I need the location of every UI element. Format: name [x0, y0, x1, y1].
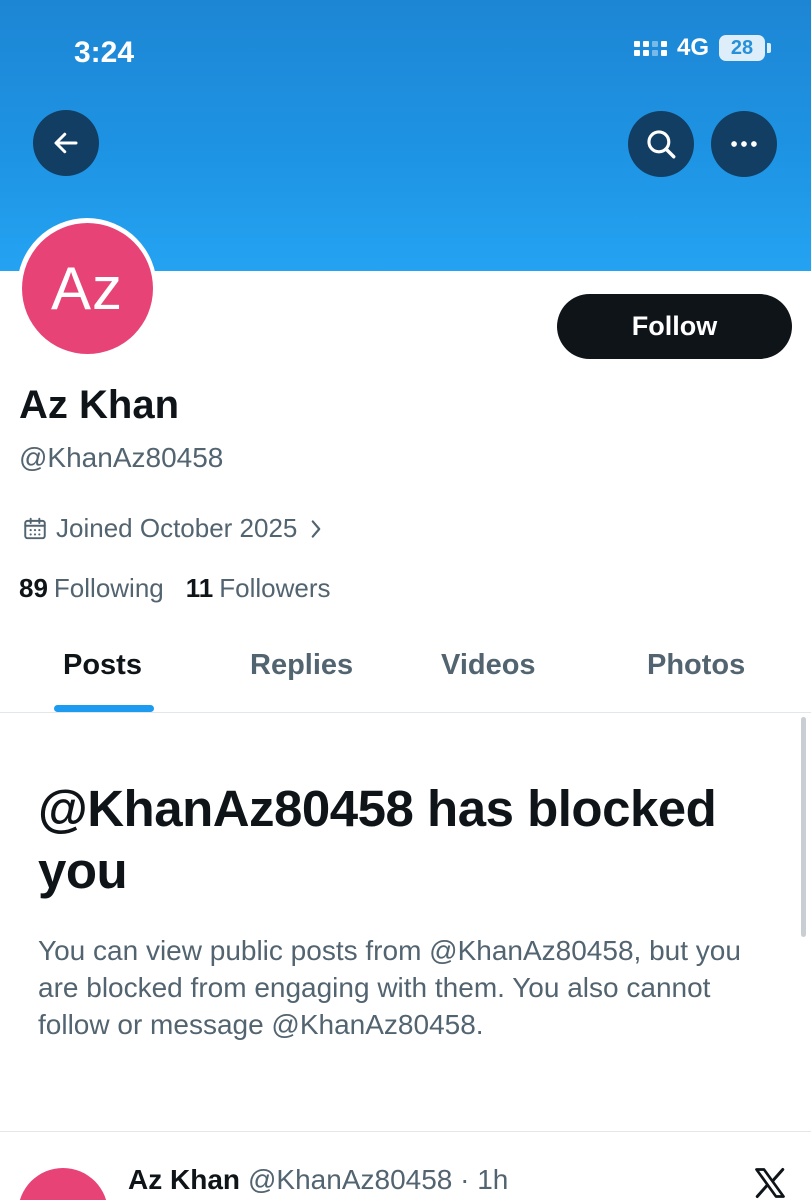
post-avatar[interactable]	[18, 1168, 108, 1200]
status-time: 3:24	[74, 36, 135, 69]
avatar-initials: Az	[21, 222, 153, 354]
joined-label: Joined October 2025	[56, 513, 298, 543]
profile-avatar[interactable]: Az	[17, 218, 157, 358]
arrow-left-icon	[54, 132, 78, 154]
post-author-handle: @KhanAz80458 · 1h	[248, 1164, 509, 1195]
scrollbar[interactable]	[801, 717, 806, 937]
tab-replies[interactable]: Replies	[250, 649, 353, 682]
tab-posts[interactable]: Posts	[63, 649, 142, 682]
followers-link[interactable]: 11 Followers	[186, 573, 331, 604]
tab-videos[interactable]: Videos	[441, 649, 536, 682]
profile-tabs: Posts Replies Videos Photos	[0, 625, 811, 713]
calendar-icon	[24, 517, 46, 539]
following-link[interactable]: 89 Following	[19, 573, 164, 604]
blocked-title: @KhanAz80458 has blocked you	[38, 780, 717, 899]
search-icon	[647, 130, 676, 159]
followers-label: Followers	[219, 573, 331, 603]
chevron-right-icon	[312, 519, 321, 538]
follow-button[interactable]: Follow	[557, 294, 792, 359]
post-header: Az Khan @KhanAz80458 · 1h	[128, 1164, 508, 1196]
post-source-badge	[752, 1165, 788, 1200]
follow-counts: 89 Following 11 Followers	[19, 573, 331, 604]
following-count: 89	[19, 573, 48, 603]
divider	[0, 1131, 811, 1132]
battery-level: 28	[719, 35, 765, 61]
tab-photos[interactable]: Photos	[647, 649, 745, 682]
more-button[interactable]	[711, 111, 777, 177]
post-author-name[interactable]: Az Khan	[128, 1164, 240, 1196]
followers-count: 11	[185, 573, 214, 603]
back-button[interactable]	[33, 110, 99, 176]
battery-icon: 28	[719, 35, 771, 61]
network-type: 4G	[676, 34, 709, 61]
more-horizontal-icon	[731, 141, 757, 147]
status-indicators: 4G 28	[633, 34, 771, 62]
active-tab-indicator	[54, 705, 154, 712]
display-name: Az Khan	[19, 383, 179, 427]
signal-icon	[633, 40, 667, 56]
x-logo-icon	[755, 1168, 785, 1198]
joined-date[interactable]: Joined October 2025	[22, 513, 327, 544]
blocked-description: You can view public posts from @KhanAz80…	[38, 935, 741, 1040]
search-button[interactable]	[628, 111, 694, 177]
profile-handle: @KhanAz80458	[19, 442, 224, 473]
following-label: Following	[53, 573, 164, 603]
